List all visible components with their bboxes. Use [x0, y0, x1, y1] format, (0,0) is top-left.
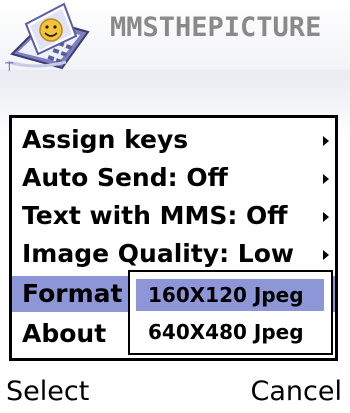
submenu-arrow-icon — [323, 250, 329, 260]
menu-item-label: Text with MMS: Off — [22, 201, 288, 230]
app-header: MMSTHEPICTURE — [0, 0, 350, 70]
menu-item-label: Assign keys — [22, 125, 189, 154]
submenu-arrow-icon — [323, 136, 329, 146]
menu-item-label: About — [22, 319, 107, 348]
cancel-softkey[interactable]: Cancel — [251, 370, 342, 413]
submenu-item-640x480[interactable]: 640X480 Jpeg — [136, 316, 324, 348]
format-submenu: 160X120 Jpeg 640X480 Jpeg — [128, 270, 333, 355]
submenu-item-160x120[interactable]: 160X120 Jpeg — [136, 279, 324, 311]
phone-smiley-icon — [7, 2, 90, 70]
menu-item-auto-send[interactable]: Auto Send: Off — [12, 160, 335, 196]
menu-item-text-with-mms[interactable]: Text with MMS: Off — [12, 198, 335, 234]
menu-item-image-quality[interactable]: Image Quality: Low — [12, 236, 335, 272]
softkey-bar: Select Cancel — [0, 370, 350, 413]
menu-item-assign-keys[interactable]: Assign keys — [12, 122, 335, 158]
submenu-item-label: 640X480 Jpeg — [148, 320, 304, 344]
submenu-arrow-icon — [323, 212, 329, 222]
menu-item-label: Format — [22, 279, 123, 308]
submenu-item-label: 160X120 Jpeg — [148, 283, 304, 307]
app-title: MMSTHEPICTURE — [110, 12, 322, 43]
menu-item-label: Image Quality: Low — [22, 239, 294, 268]
submenu-arrow-icon — [323, 174, 329, 184]
options-indicator-icon: ⊤ — [4, 60, 15, 74]
select-softkey[interactable]: Select — [6, 370, 89, 413]
menu-item-label: Auto Send: Off — [22, 163, 228, 192]
